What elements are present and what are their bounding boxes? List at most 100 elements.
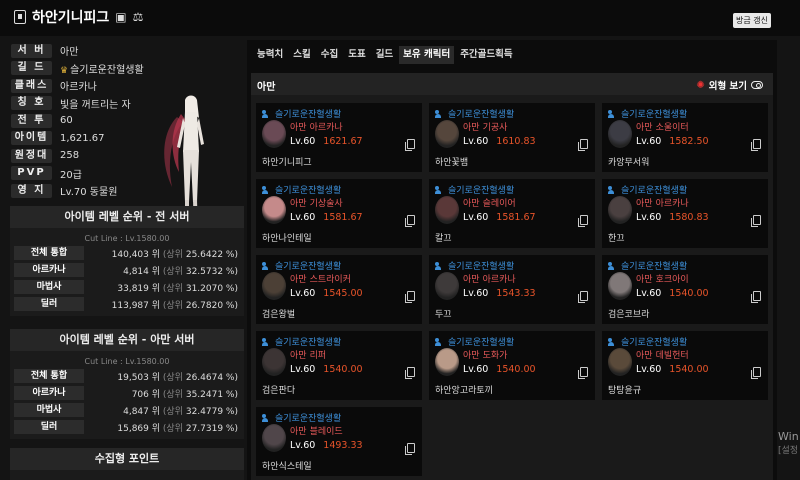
rank-all-servers: 아이템 레벨 순위 - 전 서버 Cut Line : Lv.1580.00 전… (10, 206, 244, 316)
character-card[interactable]: 슬기로운잔혈생활 아만 아르카나 Lv.60 1580.83 한끄 (602, 179, 768, 248)
card-level: Lv.60 (463, 212, 489, 223)
character-card[interactable]: 슬기로운잔혈생활 아만 소울이터 Lv.60 1582.50 카앙무서워 (602, 103, 768, 172)
card-item-level: 1545.00 (323, 288, 363, 299)
character-card[interactable]: 슬기로운잔혈생활 아만 기상술사 Lv.60 1581.67 하안나인테일 (256, 179, 422, 248)
rank-category: 전체 통합 (14, 369, 84, 383)
guild-members-icon (262, 337, 272, 346)
bookmark-icon[interactable] (14, 10, 26, 24)
character-portrait (608, 272, 632, 300)
character-card[interactable]: 슬기로운잔혈생활 아만 호크아이 Lv.60 1540.00 검은코브라 (602, 255, 768, 324)
profile-row: 칭 호 빛을 꺼트리는 자 (11, 96, 131, 111)
profile-row: 서 버 아만 (11, 43, 78, 58)
card-guild-name: 슬기로운잔혈생활 (275, 262, 342, 272)
rank-position: 4,847 위 (123, 407, 161, 417)
card-guild: 슬기로운잔혈생활 (608, 107, 687, 120)
copy-icon[interactable] (751, 367, 761, 379)
copy-icon[interactable] (578, 367, 588, 379)
tab-0[interactable]: 능력치 (253, 46, 287, 64)
card-server-class: 아만 기상술사 (290, 196, 343, 209)
card-server-class: 아만 소울이터 (636, 120, 689, 133)
profile-value-text: 258 (60, 150, 80, 161)
guild-members-icon (435, 261, 445, 270)
id-card-icon[interactable]: ▣ (115, 10, 126, 24)
rank-percent: 26.4674 %) (185, 373, 238, 383)
rank-position: 140,403 위 (111, 250, 161, 260)
copy-icon[interactable] (405, 291, 415, 303)
refresh-button[interactable]: 방금 갱신 (733, 13, 771, 28)
card-guild: 슬기로운잔혈생활 (608, 183, 687, 196)
tab-3[interactable]: 도표 (344, 46, 369, 64)
card-class: 호크아이 (655, 275, 689, 285)
card-character-name: 칼끄 (435, 234, 452, 244)
rank-value: 4,847 위 (상위 32.4779 %) (123, 404, 238, 417)
card-character-name: 하안나인테일 (262, 234, 312, 244)
guild-members-icon (262, 261, 272, 270)
character-card[interactable]: 슬기로운잔혈생활 아만 슬레이어 Lv.60 1581.67 칼끄 (429, 179, 595, 248)
tab-5[interactable]: 보유 캐릭터 (399, 46, 455, 64)
card-level-row: Lv.60 1493.33 (290, 440, 363, 451)
copy-icon[interactable] (751, 215, 761, 227)
profile-label: 전 투 (11, 113, 52, 128)
rank-percent: 35.2471 %) (185, 390, 238, 400)
profile-label: 아이템 (11, 131, 52, 145)
rank-percent-label: (상위 (162, 424, 183, 434)
copy-icon[interactable] (405, 215, 415, 227)
character-card[interactable]: 슬기로운잔혈생활 아만 데빌헌터 Lv.60 1540.00 탕탕윤규 (602, 331, 768, 400)
tab-6[interactable]: 주간골드획득 (456, 46, 516, 64)
character-portrait (608, 348, 632, 376)
card-guild: 슬기로운잔혈생활 (262, 107, 341, 120)
card-class: 기공사 (482, 123, 508, 133)
rank-row: 아르카나 706 위 (상위 35.2471 %) (10, 386, 244, 401)
profile-value-text: 1,621.67 (60, 132, 105, 144)
tab-2[interactable]: 수집 (317, 46, 342, 64)
profile-label: 길 드 (11, 61, 52, 75)
copy-icon[interactable] (751, 291, 761, 303)
character-card[interactable]: 슬기로운잔혈생활 아만 블레이드 Lv.60 1493.33 하안식스테일 (256, 407, 422, 476)
character-card[interactable]: 슬기로운잔혈생활 아만 스트라이커 Lv.60 1545.00 검은왕벌 (256, 255, 422, 324)
character-portrait (608, 196, 632, 224)
copy-icon[interactable] (751, 139, 761, 151)
rank-percent: 32.4779 %) (185, 407, 238, 417)
copy-icon[interactable] (405, 139, 415, 151)
profile-value: 1,621.67 (60, 133, 105, 144)
copy-icon[interactable] (405, 443, 415, 455)
character-card[interactable]: 슬기로운잔혈생활 아만 기공사 Lv.60 1610.83 하안꽃뱀 (429, 103, 595, 172)
appearance-toggle[interactable]: ✺ 외형 보기 (696, 78, 763, 92)
toggle-icon[interactable] (751, 81, 763, 89)
character-card[interactable]: 슬기로운잔혈생활 아만 리퍼 Lv.60 1540.00 검은판다 (256, 331, 422, 400)
crown-icon: ♛ (60, 65, 69, 76)
right-panel: 능력치 스킬 수집 도표 길드 보유 캐릭터 주간골드획득 아만 ✺ 외형 보기 슬기로운잔… (247, 40, 777, 480)
character-card[interactable]: 슬기로운잔혈생활 아만 도화가 Lv.60 1540.00 하안앙고라토끼 (429, 331, 595, 400)
scale-icon[interactable]: ⚖ (133, 10, 144, 24)
card-server-class: 아만 스트라이커 (290, 272, 351, 285)
rank-percent-label: (상위 (162, 373, 183, 383)
collect-title: 수집형 포인트 (10, 448, 244, 470)
character-card[interactable]: 슬기로운잔혈생활 아만 아르카나 Lv.60 1621.67 하안기니피그 (256, 103, 422, 172)
guild-members-icon (435, 109, 445, 118)
card-item-level: 1610.83 (496, 136, 536, 147)
card-guild-name: 슬기로운잔혈생활 (275, 186, 342, 196)
tab-4[interactable]: 길드 (372, 46, 397, 64)
rank-value: 113,987 위 (상위 26.7820 %) (112, 298, 238, 311)
card-item-level: 1493.33 (323, 440, 363, 451)
profile-value: ♛ 슬기로운잔혈생활 (60, 61, 144, 76)
copy-icon[interactable] (578, 139, 588, 151)
card-guild: 슬기로운잔혈생활 (608, 335, 687, 348)
rank-all-cutline: Cut Line : Lv.1580.00 (84, 234, 170, 243)
card-server-class: 아만 도화가 (463, 348, 507, 361)
character-portrait (435, 120, 459, 148)
card-server: 아만 (290, 427, 307, 437)
rank-server-title: 아이템 레벨 순위 - 아만 서버 (10, 329, 244, 351)
card-item-level: 1540.00 (496, 364, 536, 375)
rank-percent-label: (상위 (162, 407, 183, 417)
appearance-label: 외형 보기 (708, 81, 747, 92)
copy-icon[interactable] (578, 291, 588, 303)
tab-1[interactable]: 스킬 (289, 46, 314, 64)
character-card[interactable]: 슬기로운잔혈생활 아만 아르카나 Lv.60 1543.33 두끄 (429, 255, 595, 324)
roster-server: 아만 (257, 82, 276, 93)
profile-value-text: 슬기로운잔혈생활 (70, 64, 144, 76)
copy-icon[interactable] (405, 367, 415, 379)
card-server: 아만 (463, 199, 480, 209)
card-character-name: 검은판다 (262, 386, 296, 396)
copy-icon[interactable] (578, 215, 588, 227)
